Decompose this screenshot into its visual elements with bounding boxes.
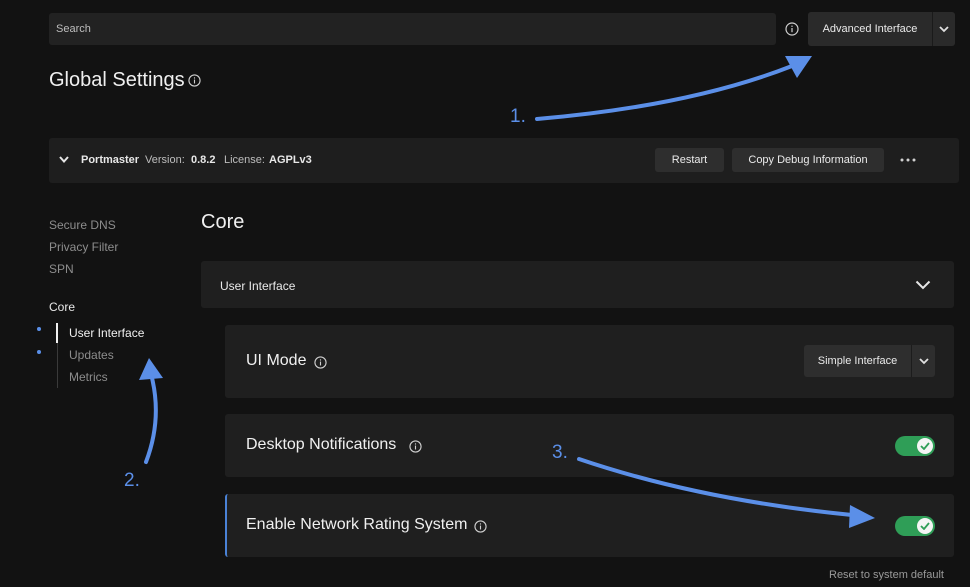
version-label: Version: bbox=[145, 154, 185, 166]
restart-button[interactable]: Restart bbox=[655, 148, 724, 172]
chevron-down-icon[interactable] bbox=[58, 155, 70, 165]
chevron-down-icon[interactable] bbox=[915, 280, 931, 290]
reset-to-default-link[interactable]: Reset to system default bbox=[829, 569, 944, 581]
network-rating-toggle[interactable] bbox=[895, 516, 935, 536]
sidebar-item-user-interface[interactable]: User Interface bbox=[69, 326, 144, 340]
sidebar-active-indicator bbox=[56, 323, 58, 343]
info-icon[interactable] bbox=[188, 74, 201, 87]
license-value: AGPLv3 bbox=[269, 154, 312, 166]
annotation-number: 1. bbox=[510, 106, 526, 127]
info-icon[interactable] bbox=[785, 22, 799, 36]
check-icon bbox=[917, 438, 933, 454]
search-input[interactable]: Search bbox=[49, 13, 776, 45]
ui-mode-dropdown[interactable] bbox=[911, 345, 935, 377]
ui-mode-select[interactable]: Simple Interface bbox=[804, 345, 911, 377]
annotation-arrowhead bbox=[785, 56, 812, 78]
settings-group-header[interactable] bbox=[201, 261, 954, 308]
settings-group-label: User Interface bbox=[220, 279, 296, 293]
version-value: 0.8.2 bbox=[191, 154, 216, 166]
info-icon[interactable] bbox=[474, 520, 487, 533]
sidebar-item-metrics[interactable]: Metrics bbox=[69, 370, 108, 384]
section-title: Core bbox=[201, 211, 245, 233]
interface-mode-dropdown[interactable] bbox=[932, 12, 955, 46]
license-label: License: bbox=[224, 154, 265, 166]
annotation-arrow bbox=[144, 376, 158, 464]
unsaved-dot bbox=[37, 327, 41, 331]
chevron-down-icon bbox=[939, 25, 949, 32]
sidebar-item-core[interactable]: Core bbox=[49, 300, 75, 314]
annotation-number: 3. bbox=[552, 442, 568, 463]
check-icon bbox=[917, 518, 933, 534]
annotation-arrowhead bbox=[139, 358, 163, 380]
copy-debug-button[interactable]: Copy Debug Information bbox=[732, 148, 884, 172]
info-icon[interactable] bbox=[409, 440, 422, 453]
sidebar-item-updates[interactable]: Updates bbox=[69, 348, 114, 362]
interface-mode-button[interactable]: Advanced Interface bbox=[808, 12, 932, 46]
annotation-number: 2. bbox=[124, 470, 140, 491]
setting-label: Desktop Notifications bbox=[246, 436, 397, 453]
sidebar-item-spn[interactable]: SPN bbox=[49, 262, 74, 276]
sidebar-item-privacy-filter[interactable]: Privacy Filter bbox=[49, 240, 118, 254]
chevron-down-icon bbox=[918, 357, 929, 364]
desktop-notifications-toggle[interactable] bbox=[895, 436, 935, 456]
setting-label: UI Mode bbox=[246, 352, 307, 369]
info-icon[interactable] bbox=[314, 356, 327, 369]
setting-label: Enable Network Rating System bbox=[246, 516, 468, 533]
unsaved-dot bbox=[37, 350, 41, 354]
page-title: Global Settings bbox=[49, 69, 185, 91]
more-options-icon[interactable] bbox=[900, 158, 916, 162]
annotation-arrow bbox=[535, 64, 794, 121]
sidebar-item-secure-dns[interactable]: Secure DNS bbox=[49, 218, 116, 232]
product-name: Portmaster bbox=[81, 154, 140, 166]
